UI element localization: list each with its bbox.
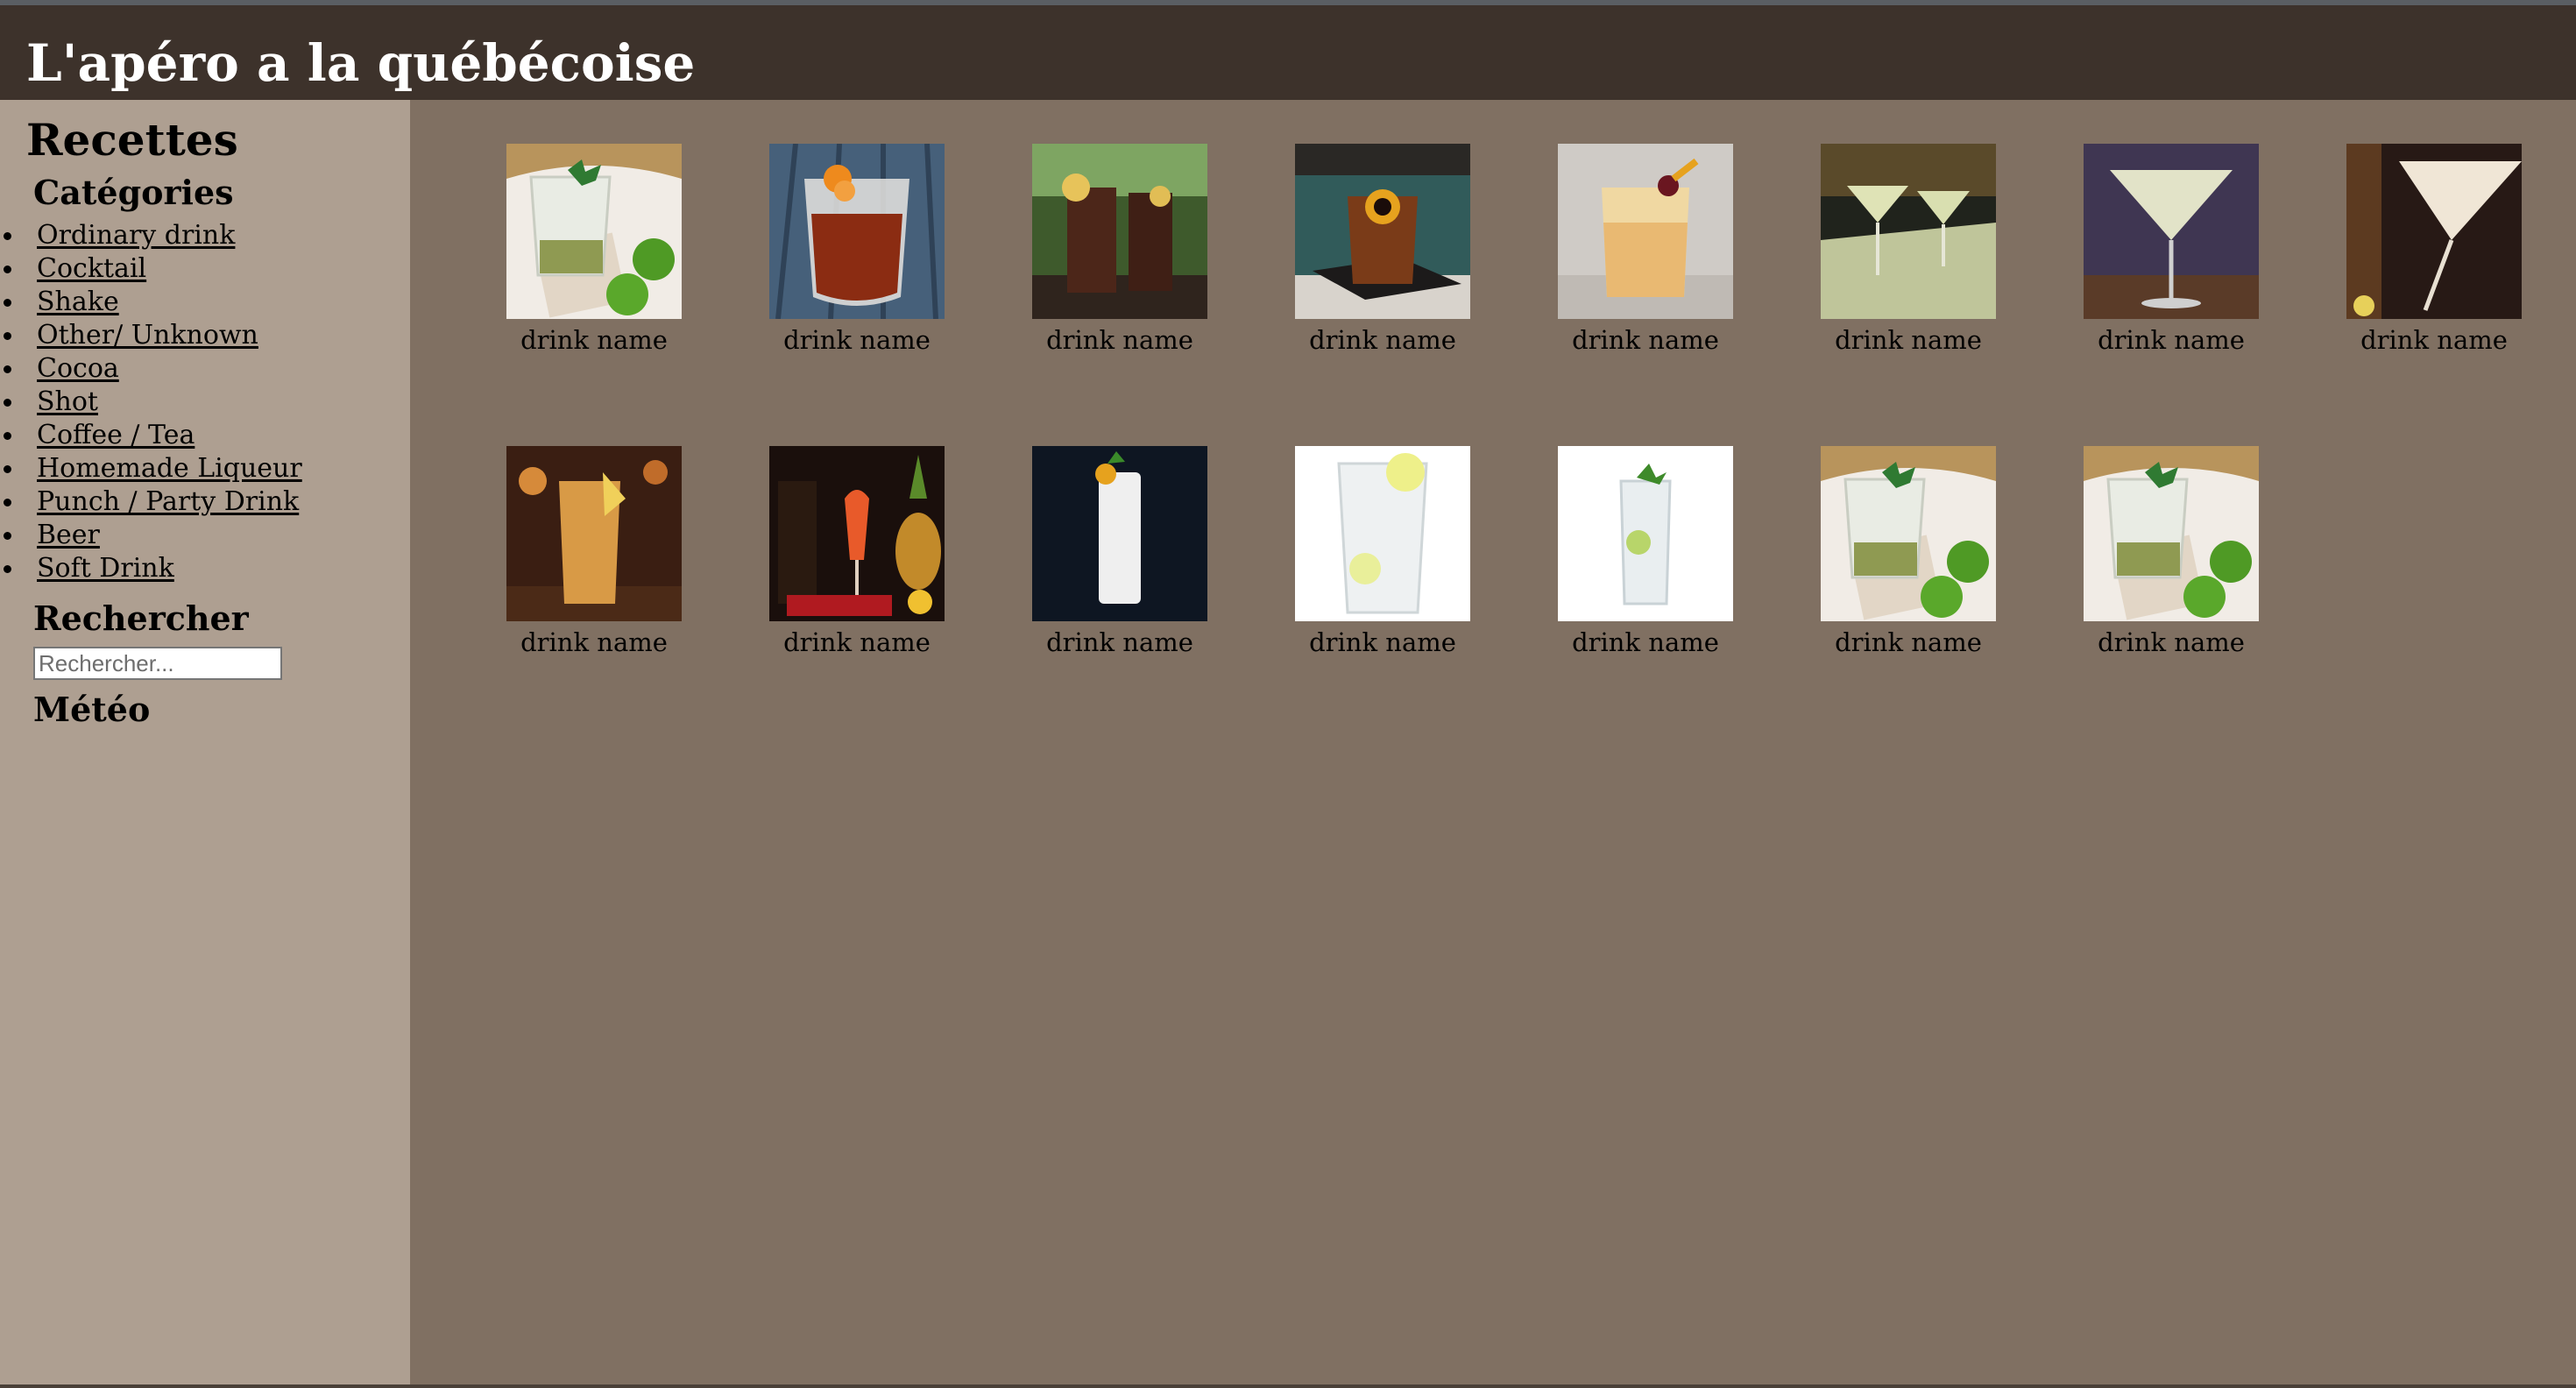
drink-card[interactable]: drink name: [2084, 144, 2259, 356]
cream-cocktail-image[interactable]: [2346, 144, 2522, 319]
negroni-image[interactable]: [769, 144, 945, 319]
bullet-icon: [4, 432, 11, 440]
white-highball-image[interactable]: [1032, 446, 1207, 621]
category-item: Homemade Liqueur: [0, 452, 302, 485]
category-item: Shot: [0, 386, 302, 419]
whiskey-sour-image[interactable]: [1558, 144, 1733, 319]
drink-name: drink name: [783, 325, 931, 355]
bullet-icon: [4, 266, 11, 273]
category-item: Other/ Unknown: [0, 319, 302, 352]
long-island-image[interactable]: [506, 446, 682, 621]
category-link-cocktail[interactable]: Cocktail: [37, 253, 146, 284]
category-link-other-unknown[interactable]: Other/ Unknown: [37, 320, 258, 351]
window-bottom-border: [0, 1384, 2576, 1388]
drink-name: drink name: [520, 325, 668, 355]
drink-card[interactable]: drink name: [1295, 144, 1470, 356]
drink-card[interactable]: drink name: [1821, 144, 1996, 356]
gin-tonic-image[interactable]: [1558, 446, 1733, 621]
site-title: L'apéro a la québécoise: [26, 33, 696, 93]
mojito-image[interactable]: [506, 144, 682, 319]
category-link-shake[interactable]: Shake: [37, 287, 119, 317]
two-martinis-image[interactable]: [1821, 144, 1996, 319]
category-item: Shake: [0, 286, 302, 319]
category-link-beer[interactable]: Beer: [37, 520, 100, 550]
drink-card[interactable]: drink name: [1821, 446, 1996, 658]
drink-card[interactable]: drink name: [1558, 446, 1733, 658]
bullet-icon: [4, 332, 11, 340]
bullet-icon: [4, 399, 11, 407]
search-title: Rechercher: [33, 598, 249, 638]
drink-name: drink name: [1835, 325, 1982, 355]
drink-name: drink name: [1309, 627, 1456, 657]
tropical-punch-image[interactable]: [769, 446, 945, 621]
drink-name: drink name: [2098, 627, 2245, 657]
bullet-icon: [4, 499, 11, 506]
drink-card[interactable]: drink name: [769, 144, 945, 356]
bullet-icon: [4, 299, 11, 307]
bullet-icon: [4, 532, 11, 540]
category-item: Punch / Party Drink: [0, 485, 302, 519]
categories-title: Catégories: [33, 173, 234, 212]
drink-card[interactable]: drink name: [1032, 144, 1207, 356]
drink-grid: drink name drink name drink name drink n…: [412, 100, 2576, 1384]
category-list: Ordinary drink Cocktail Shake Other/ Unk…: [0, 219, 302, 585]
drink-card[interactable]: drink name: [506, 144, 682, 356]
mojito-image[interactable]: [1821, 446, 1996, 621]
bullet-icon: [4, 365, 11, 373]
drink-card[interactable]: drink name: [769, 446, 945, 658]
category-item: Beer: [0, 519, 302, 552]
iced-tea-image[interactable]: [1032, 144, 1207, 319]
drink-card[interactable]: drink name: [1558, 144, 1733, 356]
drink-name: drink name: [1572, 325, 1719, 355]
margarita-image[interactable]: [2084, 144, 2259, 319]
category-link-cocoa[interactable]: Cocoa: [37, 353, 119, 384]
category-link-shot[interactable]: Shot: [37, 386, 98, 417]
drink-card[interactable]: drink name: [506, 446, 682, 658]
bullet-icon: [4, 565, 11, 573]
drink-card[interactable]: drink name: [1032, 446, 1207, 658]
sidebar-heading: Recettes: [26, 114, 238, 166]
drink-card[interactable]: drink name: [1295, 446, 1470, 658]
drink-name: drink name: [783, 627, 931, 657]
site-header: L'apéro a la québécoise: [0, 5, 2576, 100]
category-link-homemade-liqueur[interactable]: Homemade Liqueur: [37, 453, 302, 484]
drink-name: drink name: [2098, 325, 2245, 355]
category-link-ordinary-drink[interactable]: Ordinary drink: [37, 220, 235, 251]
bullet-icon: [4, 465, 11, 473]
bullet-icon: [4, 232, 11, 240]
category-item: Coffee / Tea: [0, 419, 302, 452]
category-link-punch-party-drink[interactable]: Punch / Party Drink: [37, 486, 299, 517]
lemonade-image[interactable]: [1295, 446, 1470, 621]
drink-name: drink name: [1309, 325, 1456, 355]
drink-name: drink name: [2360, 325, 2508, 355]
drink-card[interactable]: drink name: [2084, 446, 2259, 658]
old-fashioned-image[interactable]: [1295, 144, 1470, 319]
category-item: Cocktail: [0, 252, 302, 286]
category-item: Soft Drink: [0, 552, 302, 585]
drink-name: drink name: [520, 627, 668, 657]
drink-name: drink name: [1046, 627, 1193, 657]
category-link-soft-drink[interactable]: Soft Drink: [37, 553, 174, 584]
category-item: Cocoa: [0, 352, 302, 386]
sidebar: Recettes Catégories Ordinary drink Cockt…: [0, 100, 410, 1384]
mojito-image[interactable]: [2084, 446, 2259, 621]
category-item: Ordinary drink: [0, 219, 302, 252]
drink-name: drink name: [1572, 627, 1719, 657]
drink-name: drink name: [1046, 325, 1193, 355]
category-link-coffee-tea[interactable]: Coffee / Tea: [37, 420, 195, 450]
drink-card[interactable]: drink name: [2346, 144, 2522, 356]
weather-title: Météo: [33, 690, 151, 729]
search-input[interactable]: [33, 647, 282, 680]
drink-name: drink name: [1835, 627, 1982, 657]
